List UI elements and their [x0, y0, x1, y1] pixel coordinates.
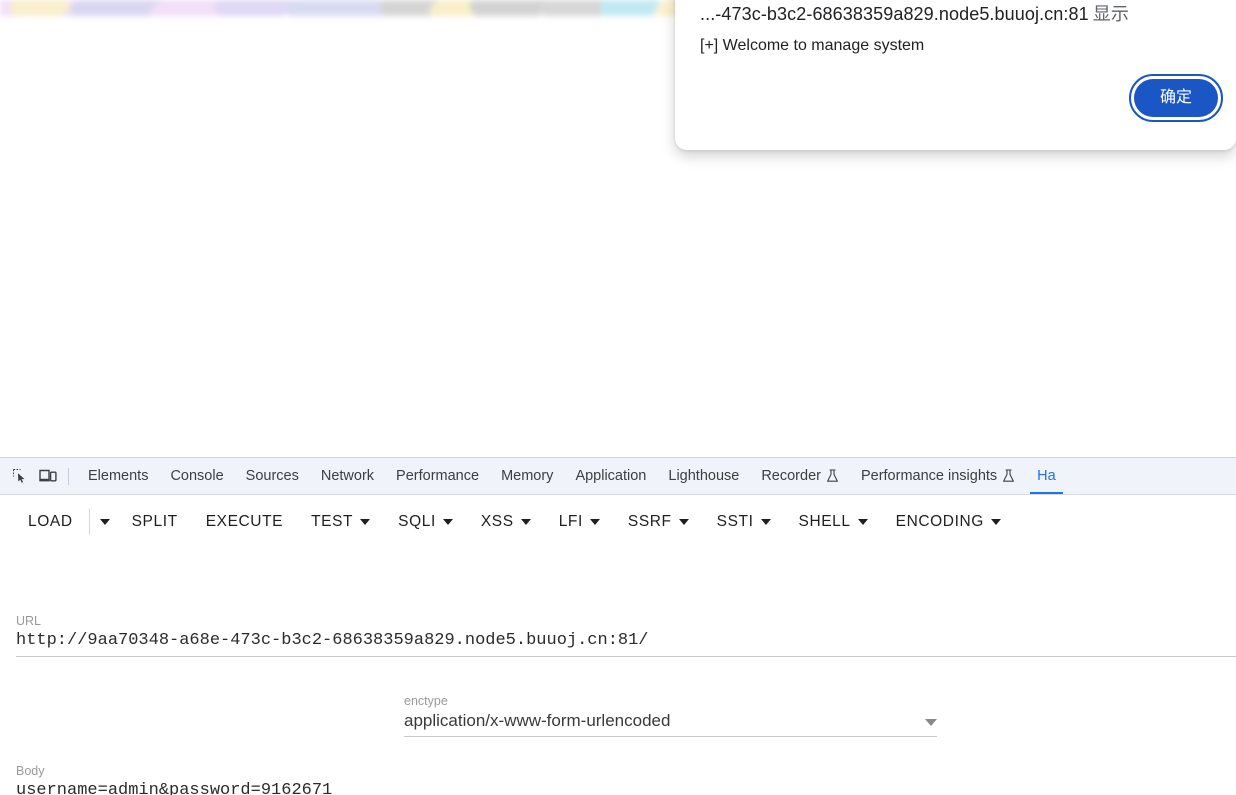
chevron-down-icon [442, 519, 453, 525]
chevron-down-icon [589, 519, 600, 525]
body-input[interactable]: username=admin&password=9162671 [16, 778, 945, 795]
tab-hackbar[interactable]: Ha [1026, 458, 1067, 494]
tab-network[interactable]: Network [310, 458, 385, 494]
dialog-origin: ...-473c-b3c2-68638359a829.node5.buuoj.c… [700, 0, 1129, 26]
ssti-menu-label: SSTI [716, 513, 754, 530]
chevron-down-icon [925, 719, 937, 726]
devtools-panel: Elements Console Sources Network Perform… [0, 457, 1236, 795]
chevron-down-icon [360, 519, 371, 525]
enctype-value: application/x-www-form-urlencoded [404, 711, 671, 730]
enctype-label: enctype [404, 694, 448, 708]
xss-menu-button[interactable]: XSS [467, 504, 545, 540]
tab-label: Network [320, 468, 375, 484]
tab-label: Performance [396, 468, 480, 484]
ssrf-menu-button[interactable]: SSRF [614, 504, 703, 540]
hackbar-panel: LOAD SPLIT EXECUTE TEST SQLI XSS LFI SSR… [0, 495, 1236, 795]
tab-label: Console [170, 468, 224, 484]
encoding-menu-label: ENCODING [895, 513, 984, 530]
page-viewport: ...-473c-b3c2-68638359a829.node5.buuoj.c… [0, 0, 1236, 457]
hackbar-toolbar: LOAD SPLIT EXECUTE TEST SQLI XSS LFI SSR… [0, 495, 1236, 549]
test-menu-label: TEST [311, 513, 354, 530]
body-label: Body [16, 764, 45, 778]
tab-lighthouse[interactable]: Lighthouse [657, 458, 750, 494]
tab-label: Elements [88, 468, 149, 484]
device-toolbar-icon[interactable] [34, 463, 62, 489]
tab-sources[interactable]: Sources [235, 458, 310, 494]
enctype-select[interactable]: application/x-www-form-urlencoded [404, 708, 937, 737]
sqli-menu-label: SQLI [398, 513, 436, 530]
tab-label: Lighthouse [668, 468, 740, 484]
browser-window: ...-473c-b3c2-68638359a829.node5.buuoj.c… [0, 0, 1236, 795]
ssrf-menu-label: SSRF [627, 513, 672, 530]
split-button[interactable]: SPLIT [118, 504, 192, 540]
encoding-menu-button[interactable]: ENCODING [882, 504, 1015, 540]
tab-memory[interactable]: Memory [490, 458, 564, 494]
execute-button[interactable]: EXECUTE [192, 504, 297, 540]
experiment-flask-icon [1002, 469, 1015, 483]
chevron-down-icon [990, 519, 1001, 525]
tab-performance[interactable]: Performance [385, 458, 490, 494]
dialog-actions: 确定 [1128, 74, 1224, 122]
shell-menu-button[interactable]: SHELL [785, 504, 882, 540]
dialog-message: [+] Welcome to manage system [700, 37, 925, 54]
chevron-down-icon [520, 519, 531, 525]
experiment-flask-icon [826, 469, 839, 483]
tab-console[interactable]: Console [159, 458, 234, 494]
tab-performance-insights[interactable]: Performance insights [850, 458, 1026, 494]
chevron-down-icon [857, 519, 868, 525]
tab-application[interactable]: Application [564, 458, 657, 494]
shell-menu-label: SHELL [798, 513, 851, 530]
tab-label: Memory [501, 468, 554, 484]
dialog-show-label: 显示 [1092, 4, 1129, 24]
test-menu-button[interactable]: TEST [297, 504, 384, 540]
tab-label: Performance insights [860, 468, 998, 484]
sqli-menu-button[interactable]: SQLI [384, 504, 467, 540]
tab-label: Recorder [761, 468, 821, 484]
chevron-down-icon [678, 519, 689, 525]
devtools-tabbar: Elements Console Sources Network Perform… [0, 458, 1236, 495]
ssti-menu-button[interactable]: SSTI [703, 504, 785, 540]
xss-menu-label: XSS [480, 513, 514, 530]
load-divider [88, 509, 90, 535]
tab-recorder[interactable]: Recorder [750, 458, 850, 494]
lfi-menu-label: LFI [558, 513, 583, 530]
load-dropdown-caret-icon[interactable] [92, 504, 118, 540]
lfi-menu-button[interactable]: LFI [545, 504, 614, 540]
body-field: Body username=admin&password=9162671 [16, 764, 945, 795]
url-field: URL http://9aa70348-a68e-473c-b3c2-68638… [16, 614, 1236, 657]
chevron-down-icon [760, 519, 771, 525]
url-label: URL [16, 614, 42, 628]
url-input[interactable]: http://9aa70348-a68e-473c-b3c2-68638359a… [16, 628, 1236, 657]
tab-label: Application [575, 468, 647, 484]
javascript-alert-dialog: ...-473c-b3c2-68638359a829.node5.buuoj.c… [675, 0, 1236, 150]
dialog-ok-button[interactable]: 确定 [1128, 74, 1224, 122]
load-button[interactable]: LOAD [14, 504, 87, 540]
tab-label: Ha [1037, 468, 1056, 484]
tabbar-divider [68, 467, 69, 485]
dialog-origin-text: ...-473c-b3c2-68638359a829.node5.buuoj.c… [700, 4, 1089, 24]
enctype-field: enctype application/x-www-form-urlencode… [404, 694, 937, 737]
tab-elements[interactable]: Elements [77, 458, 159, 494]
tab-label: Sources [245, 468, 299, 484]
inspect-element-icon[interactable] [6, 463, 34, 489]
